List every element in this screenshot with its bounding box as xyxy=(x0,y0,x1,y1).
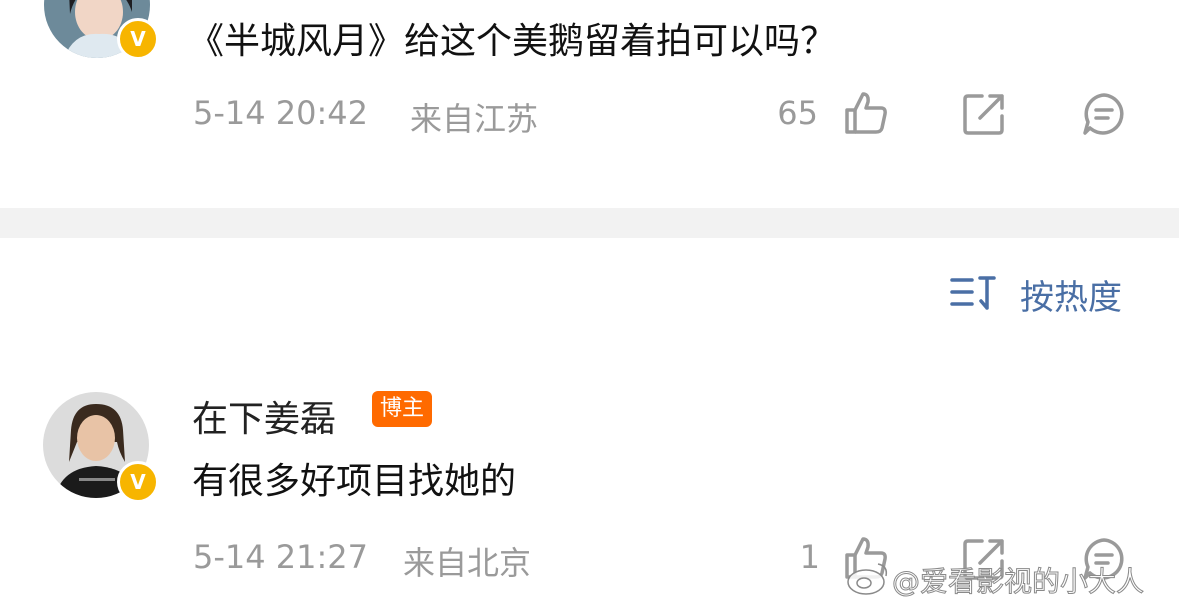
role-badge: 博主 xyxy=(372,391,432,427)
comment-location: 来自江苏 xyxy=(410,100,539,138)
section-divider xyxy=(0,208,1179,238)
verified-icon: V xyxy=(117,18,159,60)
share-icon[interactable] xyxy=(962,92,1006,140)
weibo-logo-icon xyxy=(846,560,892,600)
comment-feed: V 《半城风月》给这个美鹅留着拍可以吗？ 5-14 20:42 来自江苏 65 xyxy=(0,0,1179,607)
comment-icon[interactable] xyxy=(1082,92,1126,140)
watermark-text: @爱看影视的小大人 xyxy=(891,565,1145,599)
like-count: 65 xyxy=(777,94,818,132)
comment-username[interactable]: 在下姜磊 xyxy=(192,390,336,442)
sort-icon xyxy=(950,272,996,318)
sort-label[interactable]: 按热度 xyxy=(1020,270,1122,319)
comment-location: 来自北京 xyxy=(403,544,532,582)
comment-time: 5-14 21:27 xyxy=(193,538,369,576)
comment-text: 《半城风月》给这个美鹅留着拍可以吗？ xyxy=(188,21,837,62)
comment-text: 有很多好项目找她的 xyxy=(192,461,517,502)
comment-time: 5-14 20:42 xyxy=(193,94,369,132)
like-icon[interactable] xyxy=(843,90,889,140)
verified-icon: V xyxy=(117,461,159,503)
like-count: 1 xyxy=(799,538,820,576)
